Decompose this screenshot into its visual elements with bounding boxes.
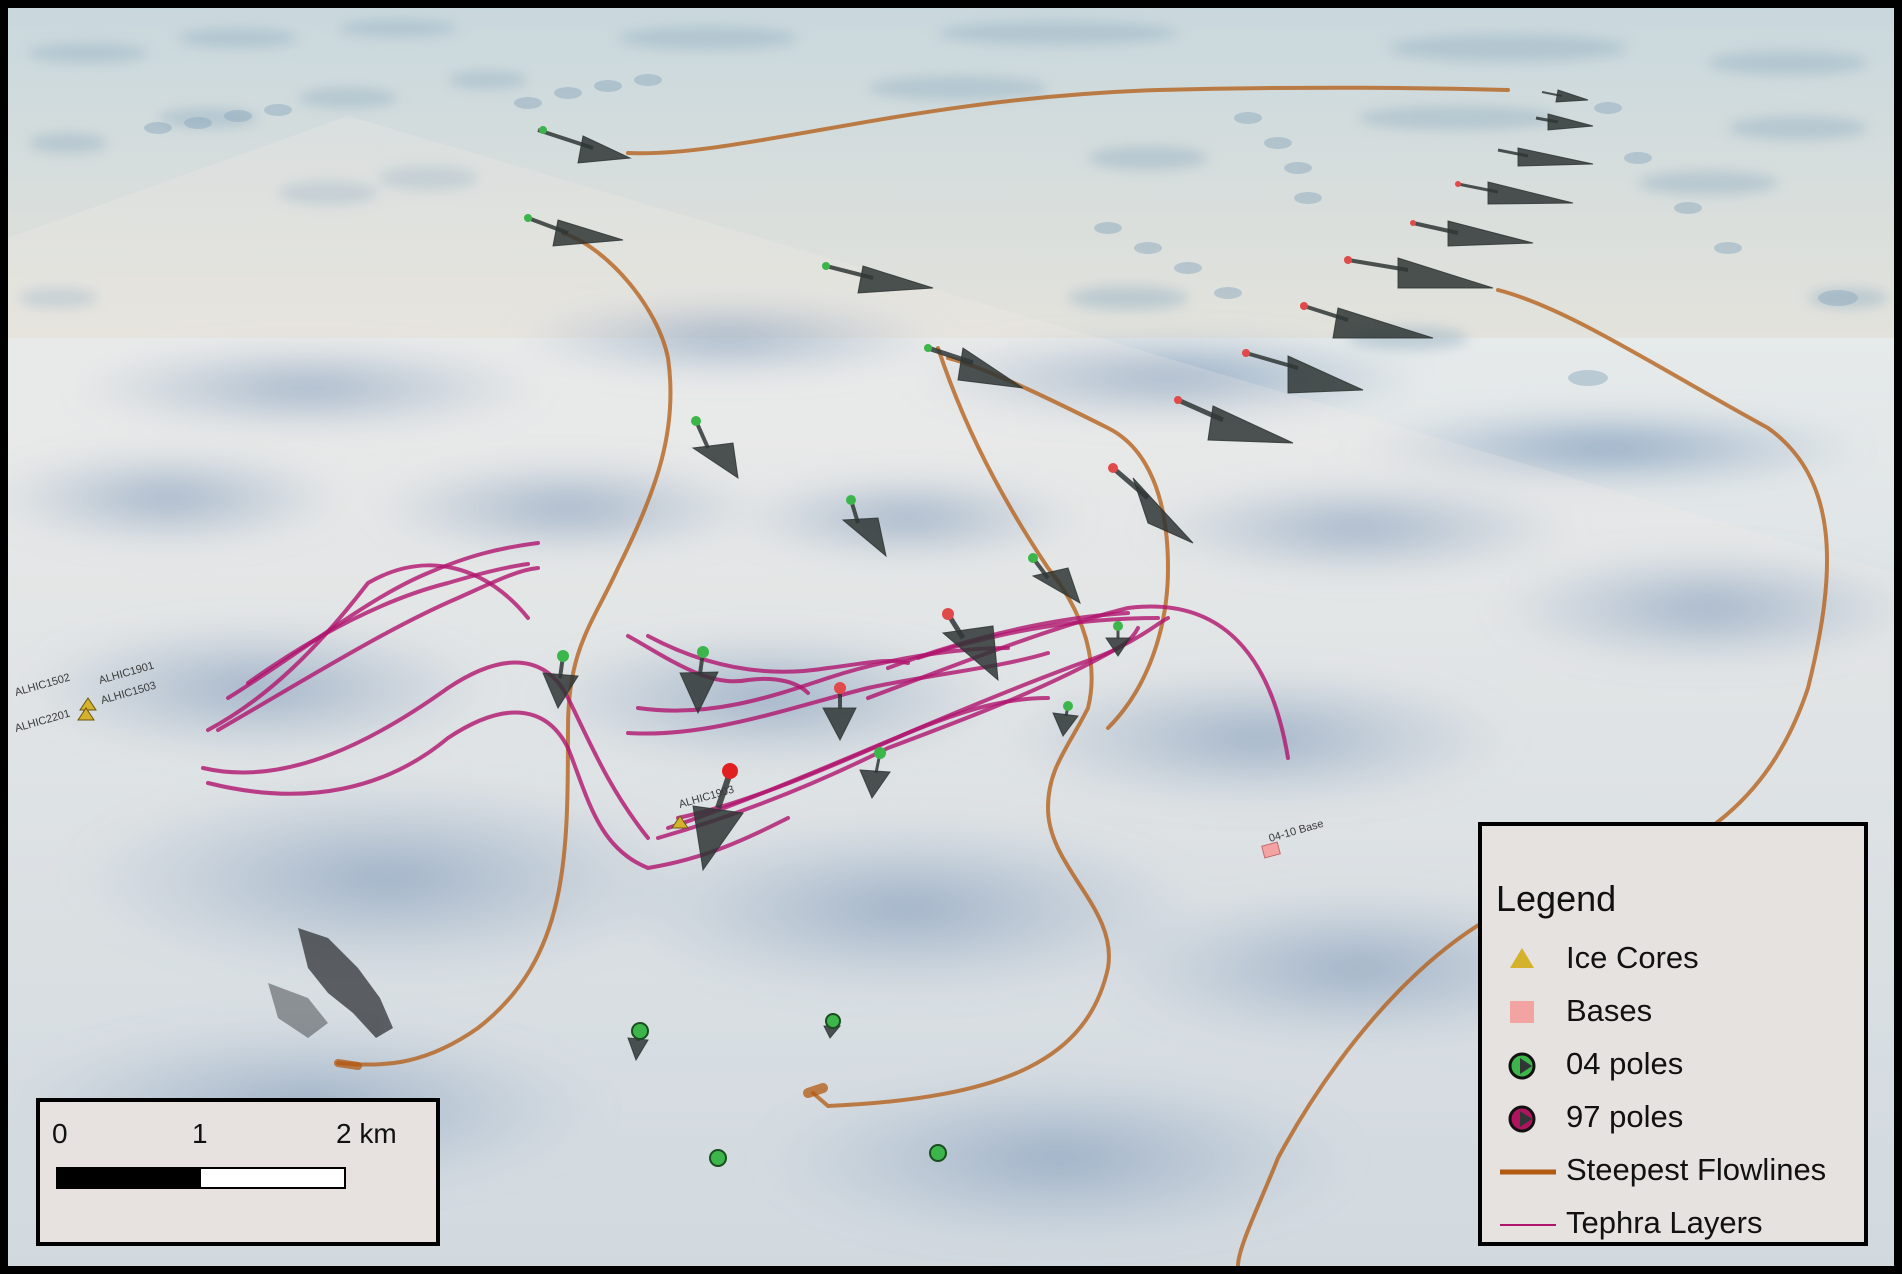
scale-tick-label: 1 bbox=[192, 1118, 208, 1149]
pole-97-marker bbox=[1242, 349, 1250, 357]
scale-bar-fill bbox=[58, 1169, 201, 1187]
legend-label: Bases bbox=[1566, 993, 1653, 1028]
pole-marker-icon bbox=[1508, 1105, 1536, 1133]
scale-bar: 0 1 2 km bbox=[36, 1098, 440, 1246]
pole-04-marker bbox=[1113, 621, 1123, 631]
pole-97-marker bbox=[1455, 181, 1461, 187]
pole-marker-icon bbox=[1508, 1052, 1536, 1080]
legend: Legend Ice Cores Bases 04 poles 97 poles… bbox=[1478, 822, 1868, 1246]
scale-tick-label: 2 km bbox=[336, 1118, 397, 1149]
pole-97-marker bbox=[942, 608, 954, 620]
pole-97-marker bbox=[1344, 256, 1352, 264]
pole-04-marker bbox=[874, 747, 886, 759]
pole-04-marker bbox=[1028, 553, 1038, 563]
legend-item-tephra-layers: Tephra Layers bbox=[1482, 1199, 1864, 1249]
legend-label: Steepest Flowlines bbox=[1566, 1152, 1827, 1187]
pole-97-marker bbox=[1300, 302, 1308, 310]
legend-label: Ice Cores bbox=[1566, 940, 1699, 975]
square-icon bbox=[1510, 1001, 1534, 1023]
pole-97-marker bbox=[834, 682, 846, 694]
pole-97-marker bbox=[1410, 220, 1416, 226]
pole-04-marker bbox=[557, 650, 569, 662]
pole-04-marker bbox=[846, 495, 856, 505]
pole-04-marker bbox=[929, 1144, 947, 1162]
legend-item-ice-cores: Ice Cores bbox=[1482, 934, 1864, 984]
legend-label: Tephra Layers bbox=[1566, 1205, 1763, 1240]
line-icon bbox=[1500, 1224, 1556, 1226]
pole-04-marker bbox=[539, 126, 547, 134]
pole-97-marker bbox=[1108, 463, 1118, 473]
pole-04-marker bbox=[631, 1022, 649, 1040]
map-view[interactable]: ALHIC1502 ALHIC1901 ALHIC2201 ALHIC1503 … bbox=[0, 0, 1902, 1274]
pole-97-marker bbox=[722, 763, 738, 779]
pole-04-marker bbox=[924, 344, 932, 352]
pole-97-marker bbox=[1174, 396, 1182, 404]
legend-title: Legend bbox=[1496, 878, 1617, 919]
triangle-icon bbox=[1510, 948, 1534, 968]
legend-label: 04 poles bbox=[1566, 1046, 1684, 1081]
scale-bar-graphic bbox=[56, 1167, 346, 1189]
legend-item-97-poles: 97 poles bbox=[1482, 1093, 1864, 1143]
line-icon bbox=[1500, 1169, 1556, 1175]
pole-04-marker bbox=[1063, 701, 1073, 711]
pole-04-marker bbox=[709, 1149, 727, 1167]
legend-label: 97 poles bbox=[1566, 1099, 1684, 1134]
legend-item-steepest-flowlines: Steepest Flowlines bbox=[1482, 1146, 1864, 1196]
legend-item-04-poles: 04 poles bbox=[1482, 1040, 1864, 1090]
pole-04-marker bbox=[825, 1013, 841, 1029]
pole-04-marker bbox=[524, 214, 532, 222]
pole-04-marker bbox=[697, 646, 709, 658]
legend-item-bases: Bases bbox=[1482, 987, 1864, 1037]
pole-04-marker bbox=[691, 416, 701, 426]
scale-tick-label: 0 bbox=[52, 1118, 68, 1149]
pole-04-marker bbox=[822, 262, 830, 270]
